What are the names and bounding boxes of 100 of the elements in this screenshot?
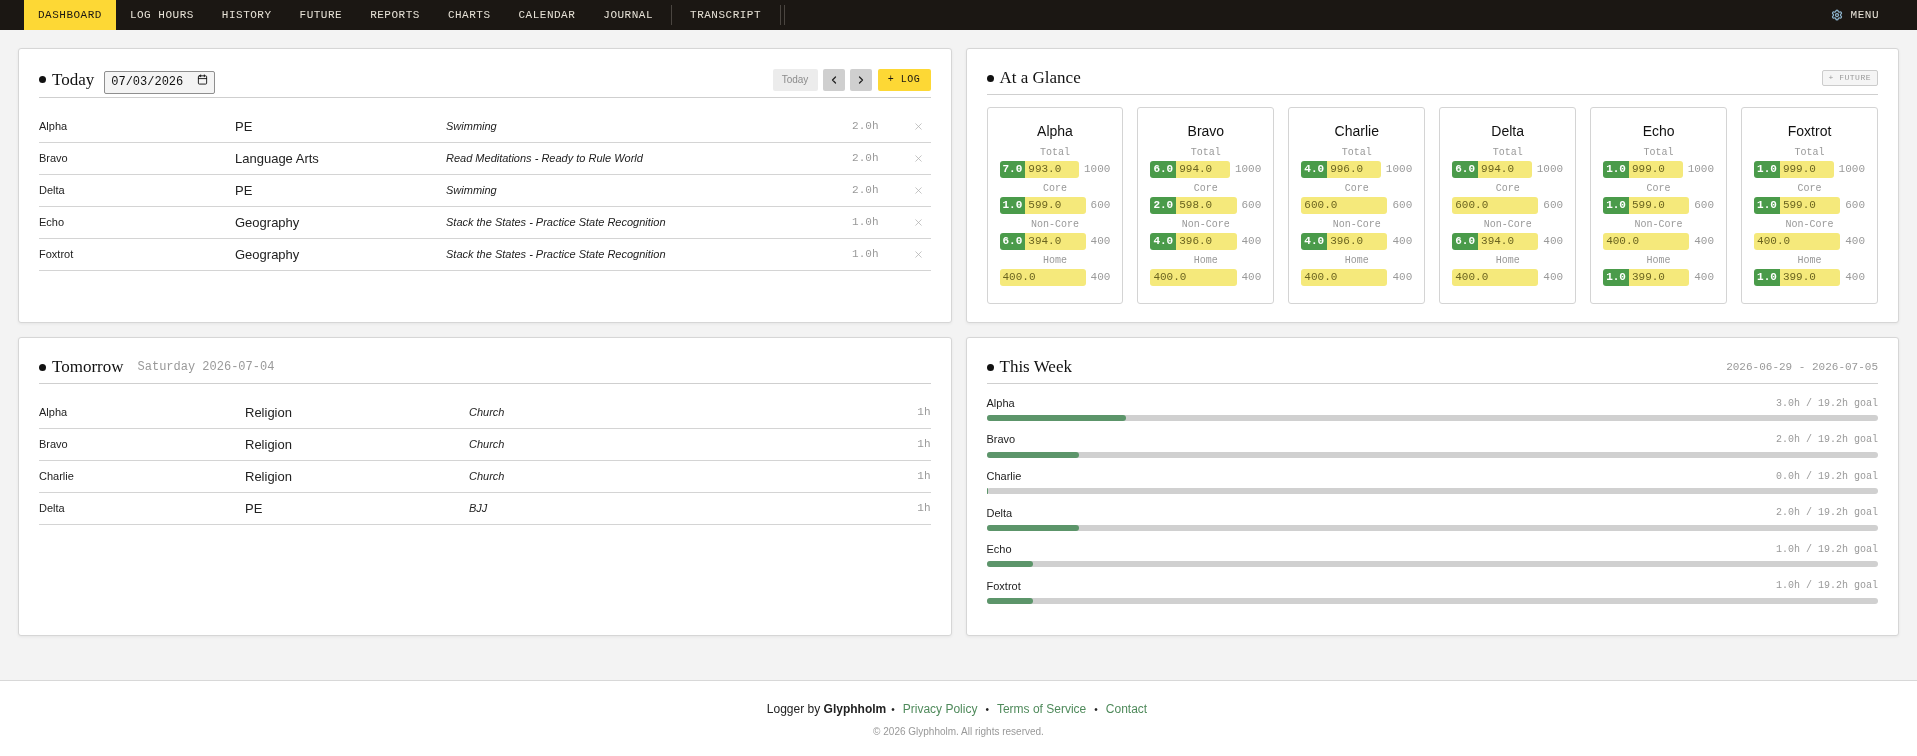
date-field[interactable]: 07/03/2026 bbox=[104, 70, 216, 94]
category-label: Core bbox=[1646, 183, 1671, 195]
limit-text: 600 bbox=[1392, 198, 1413, 214]
student-name: Delta bbox=[39, 501, 66, 517]
category-label: Total bbox=[1643, 147, 1674, 159]
activity-text: Church bbox=[469, 469, 506, 485]
limit-text: 400 bbox=[1090, 234, 1111, 250]
remaining-hours-bar: 996.0 bbox=[1327, 161, 1381, 178]
limit-text: 1000 bbox=[1084, 162, 1111, 178]
category-label: Total bbox=[1492, 147, 1523, 159]
hours-text: 2.0h bbox=[852, 151, 879, 167]
student-name: Echo bbox=[39, 215, 66, 231]
limit-text: 600 bbox=[1694, 198, 1715, 214]
limit-text: 600 bbox=[1543, 198, 1564, 214]
activity-text: Church bbox=[469, 437, 506, 453]
limit-text: 400 bbox=[1845, 234, 1865, 250]
nav-tab[interactable]: LOG HOURS bbox=[115, 0, 208, 30]
dot-icon bbox=[39, 363, 46, 371]
completed-hours-tag: 6.0 bbox=[1452, 233, 1479, 250]
category-label: Total bbox=[1190, 147, 1221, 159]
footer-link[interactable]: Privacy Policy bbox=[899, 700, 981, 718]
completed-hours-tag: 4.0 bbox=[1301, 161, 1328, 178]
nav-tab[interactable]: FUTURE bbox=[285, 0, 357, 30]
student-name: Foxtrot bbox=[39, 247, 75, 263]
nav-tab[interactable]: TRANSCRIPT bbox=[676, 0, 776, 30]
dot-icon bbox=[986, 74, 994, 82]
nav-tab[interactable]: CHARTS bbox=[433, 0, 505, 30]
student-name: Alpha bbox=[39, 405, 69, 421]
subject-text: PE bbox=[235, 117, 254, 136]
limit-text: 400 bbox=[1694, 234, 1715, 250]
separator-text: • bbox=[1094, 702, 1098, 717]
remaining-hours-bar: 394.0 bbox=[1025, 233, 1086, 250]
activity-text: Swimming bbox=[446, 183, 498, 199]
hours-text: 1h bbox=[917, 405, 931, 421]
limit-text: 1000 bbox=[1234, 162, 1262, 178]
category-label: Non-Core bbox=[1030, 219, 1079, 231]
remaining-hours-bar: 994.0 bbox=[1176, 161, 1230, 178]
credit-text: Logger by Glyphholm bbox=[766, 701, 887, 718]
category-label: Core bbox=[1042, 183, 1067, 195]
remaining-hours-bar: 400.0 bbox=[1301, 269, 1388, 286]
subject-text: Religion bbox=[245, 403, 293, 422]
remaining-hours-bar: 399.0 bbox=[1628, 269, 1690, 286]
limit-text: 400 bbox=[1241, 270, 1262, 286]
close-icon bbox=[913, 121, 924, 132]
subject-text: Religion bbox=[245, 435, 293, 454]
menu-button[interactable]: MENU bbox=[1816, 0, 1893, 30]
completed-hours-tag: 6.0 bbox=[1150, 161, 1177, 178]
limit-text: 600 bbox=[1241, 198, 1262, 214]
previous-button[interactable] bbox=[822, 68, 845, 91]
nav-tab[interactable]: DASHBOARD bbox=[24, 0, 116, 30]
student-name: Delta bbox=[1491, 122, 1525, 140]
category-label: Home bbox=[1797, 255, 1822, 267]
separator-text: • bbox=[891, 702, 895, 717]
next-button[interactable] bbox=[849, 68, 872, 91]
goal-reading: 1.0h / 19.2h goal bbox=[1775, 542, 1878, 557]
activity-text: Church bbox=[469, 405, 506, 421]
remaining-hours-bar: 399.0 bbox=[1779, 269, 1841, 286]
category-label: Core bbox=[1495, 183, 1520, 195]
activity-text: Stack the States - Practice State Recognition bbox=[446, 215, 667, 231]
category-label: Non-Core bbox=[1483, 219, 1532, 231]
limit-text: 400 bbox=[1090, 270, 1111, 286]
nav-tab[interactable]: HISTORY bbox=[207, 0, 286, 30]
remaining-hours-bar: 599.0 bbox=[1628, 197, 1690, 214]
student-name: Alpha bbox=[1037, 122, 1073, 140]
copyright-text: © 2026 Glyphholm. All rights reserved. bbox=[873, 725, 1044, 739]
category-label: Total bbox=[1341, 147, 1372, 159]
remaining-hours-bar: 599.0 bbox=[1779, 197, 1841, 214]
category-label: Core bbox=[1193, 183, 1218, 195]
hours-text: 1h bbox=[917, 501, 931, 517]
footer-link[interactable]: Contact bbox=[1102, 700, 1151, 718]
subject-text: Religion bbox=[245, 467, 293, 486]
remaining-hours-bar: 396.0 bbox=[1327, 233, 1388, 250]
activity-text: Stack the States - Practice State Recognition bbox=[446, 247, 667, 263]
footer-link[interactable]: Terms of Service bbox=[993, 700, 1090, 718]
hours-text: 1h bbox=[917, 437, 931, 453]
remaining-hours-bar: 993.0 bbox=[1025, 161, 1079, 178]
category-label: Non-Core bbox=[1181, 219, 1230, 231]
nav-tab[interactable]: REPORTS bbox=[356, 0, 434, 30]
remaining-hours-bar: 600.0 bbox=[1452, 197, 1539, 214]
activity-text: BJJ bbox=[469, 501, 489, 517]
student-name: Bravo bbox=[39, 151, 69, 167]
nav-tab[interactable]: CALENDAR bbox=[504, 0, 590, 30]
category-label: Core bbox=[1344, 183, 1369, 195]
completed-hours-tag: 1.0 bbox=[1603, 269, 1629, 286]
limit-text: 1000 bbox=[1385, 162, 1413, 178]
category-label: Home bbox=[1495, 255, 1520, 267]
completed-hours-tag: 4.0 bbox=[1150, 233, 1177, 250]
remaining-hours-bar: 400.0 bbox=[1754, 233, 1841, 250]
close-icon bbox=[913, 185, 924, 196]
dot-icon bbox=[39, 76, 46, 83]
student-name: Alpha bbox=[39, 119, 69, 135]
limit-text: 400 bbox=[1845, 270, 1865, 286]
log-button[interactable]: + LOG bbox=[877, 68, 931, 91]
completed-hours-tag: 1.0 bbox=[1754, 269, 1780, 286]
goal-reading: 3.0h / 19.2h goal bbox=[1775, 396, 1878, 411]
nav-tab[interactable]: JOURNAL bbox=[589, 0, 668, 30]
completed-hours-tag: 1.0 bbox=[1754, 197, 1780, 214]
category-label: Home bbox=[1344, 255, 1369, 267]
goal-reading: 0.0h / 19.2h goal bbox=[1775, 469, 1878, 484]
category-label: Total bbox=[1039, 147, 1070, 159]
